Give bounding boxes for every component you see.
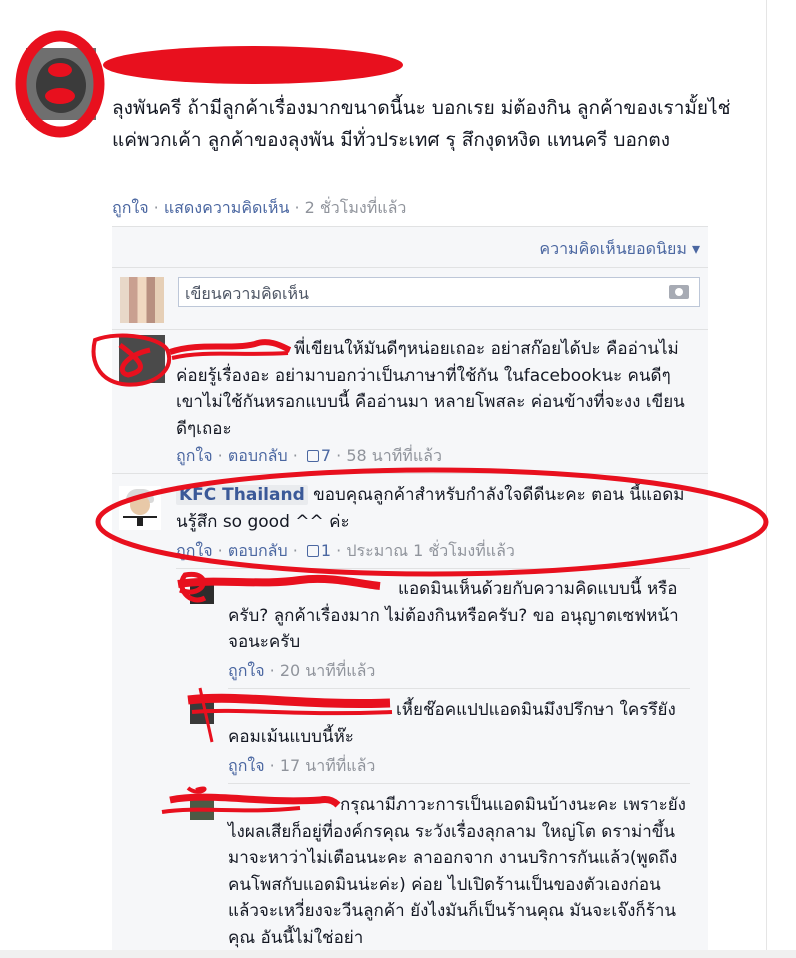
kfc-reply-link[interactable]: ตอบกลับ	[228, 541, 288, 560]
kfc-like-count[interactable]: 1	[321, 541, 331, 560]
reply-like-link[interactable]: ถูกใจ	[228, 756, 265, 775]
reply-time: 20 นาทีที่แล้ว	[279, 661, 376, 680]
reply-avatar[interactable]	[190, 796, 214, 820]
post-time: 2 ชั่วโมงที่แล้ว	[304, 198, 407, 217]
comment-reply-link[interactable]: ตอบกลับ	[228, 446, 288, 465]
reply-avatar[interactable]	[190, 580, 214, 604]
thumbs-up-icon	[306, 545, 319, 557]
post-author-avatar[interactable]	[26, 48, 96, 120]
show-comments-link[interactable]: แสดงความคิดเห็น	[164, 198, 290, 217]
post-text: ลุงพันครี ถ้ามีลูกค้าเรื่องมากขนาดนี้นะ …	[112, 97, 731, 151]
reply-divider	[228, 783, 690, 784]
reply-text: กรุณามีภาวะการเป็นแอดมินบ้างนะคะ เพราะยั…	[228, 795, 686, 948]
comment-meta: ถูกใจ · ตอบกลับ · 7 · 58 นาทีที่แล้ว	[176, 446, 442, 465]
reply-divider	[176, 568, 690, 569]
write-comment-row: เขียนความคิดเห็น	[112, 269, 708, 330]
kfc-avatar[interactable]	[119, 486, 161, 530]
reply-text: แอดมินเห็นด้วยกับความคิดแบบนี้ หรือครับ?…	[228, 579, 679, 652]
reply-like-link[interactable]: ถูกใจ	[228, 661, 265, 680]
reply-avatar[interactable]	[190, 700, 214, 724]
thumbs-up-icon	[306, 450, 319, 462]
reply-time: 17 นาทีที่แล้ว	[279, 756, 376, 775]
kfc-comment-time: ประมาณ 1 ชั่วโมงที่แล้ว	[346, 541, 515, 560]
comment-input[interactable]: เขียนความคิดเห็น	[178, 277, 700, 307]
top-comments-sort-link[interactable]: ความคิดเห็นยอดนิยม ▾	[539, 237, 700, 262]
kfc-comment-meta: ถูกใจ · ตอบกลับ · 1 · ประมาณ 1 ชั่วโมงที…	[176, 541, 515, 560]
kfc-comment: KFC Thailand ขอบคุณลูกค้าสำหรับกำลังใจดี…	[176, 482, 691, 535]
bottom-strip	[0, 950, 796, 958]
right-border	[766, 0, 767, 958]
comment-time: 58 นาทีที่แล้ว	[346, 446, 442, 465]
comment-like-link[interactable]: ถูกใจ	[176, 446, 213, 465]
post-like-link[interactable]: ถูกใจ	[112, 198, 149, 217]
post-author-name-redacted[interactable]	[104, 46, 402, 84]
kfc-like-link[interactable]: ถูกใจ	[176, 541, 213, 560]
current-user-avatar	[120, 277, 164, 323]
post-meta: ถูกใจ · แสดงความคิดเห็น · 2 ชั่วโมงที่แล…	[112, 198, 407, 217]
camera-icon[interactable]	[669, 285, 689, 299]
reply-meta: ถูกใจ · 17 นาทีที่แล้ว	[228, 756, 376, 775]
comment-input-placeholder: เขียนความคิดเห็น	[185, 284, 309, 303]
comment-divider	[112, 473, 708, 474]
reply-meta: ถูกใจ · 20 นาทีที่แล้ว	[228, 661, 376, 680]
comment-like-count[interactable]: 7	[321, 446, 331, 465]
comments-sort-row: ความคิดเห็นยอดนิยม ▾	[112, 227, 708, 268]
commenter-avatar[interactable]	[119, 335, 165, 383]
comment-text: พี่เขียนให้มันดีๆหน่อยเถอะ อย่าสก๊อยได้ป…	[176, 339, 685, 439]
kfc-author-name[interactable]: KFC Thailand	[176, 485, 308, 505]
reply-divider	[228, 688, 690, 689]
reply-text: เหี้ยช๊อคแปปแอดมินมึงปรึกษา ใครรึยังคอมเ…	[228, 700, 676, 747]
